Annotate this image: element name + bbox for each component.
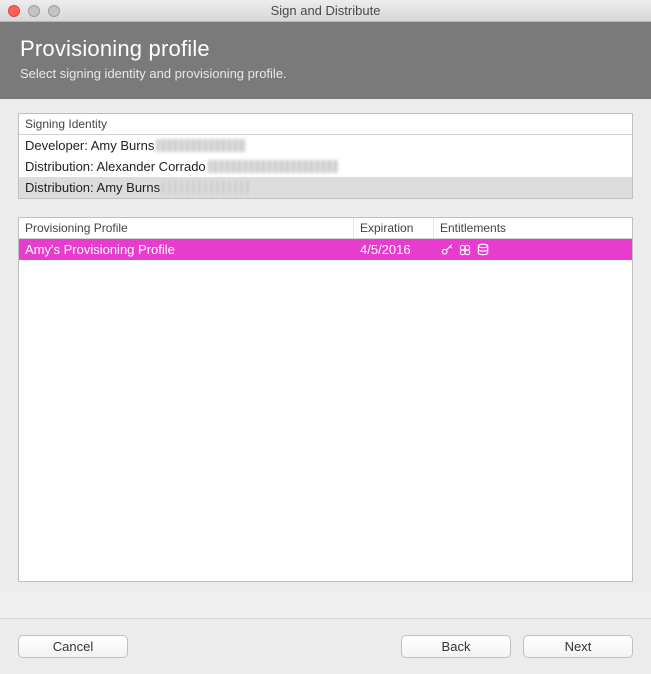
content-area: Signing Identity Developer: Amy Burns Di… [0,99,651,592]
list-item[interactable]: Distribution: Alexander Corrado [19,156,632,177]
titlebar: Sign and Distribute [0,0,651,22]
profile-list: Amy's Provisioning Profile 4/5/2016 [19,239,632,581]
identity-label: Distribution: Amy Burns [25,180,160,195]
table-row[interactable]: Amy's Provisioning Profile 4/5/2016 [19,239,632,260]
column-header-name[interactable]: Provisioning Profile [19,218,354,238]
signing-identity-panel: Signing Identity Developer: Amy Burns Di… [18,113,633,199]
page-header: Provisioning profile Select signing iden… [0,22,651,99]
zoom-icon[interactable] [48,5,60,17]
key-icon [440,243,454,257]
column-header-expiration[interactable]: Expiration [354,218,434,238]
next-button[interactable]: Next [523,635,633,658]
profile-expiration: 4/5/2016 [354,239,434,260]
column-header-entitlements[interactable]: Entitlements [434,218,632,238]
minimize-icon[interactable] [28,5,40,17]
profile-name: Amy's Provisioning Profile [19,239,354,260]
window-controls [0,5,60,17]
profile-entitlements [434,240,632,260]
redacted-text [156,139,246,152]
list-item[interactable]: Developer: Amy Burns [19,135,632,156]
redacted-text [208,160,338,173]
window-title: Sign and Distribute [0,3,651,18]
signing-identity-header: Signing Identity [19,114,632,135]
back-button[interactable]: Back [401,635,511,658]
footer-bar: Cancel Back Next [0,618,651,674]
redacted-text [162,181,252,194]
signing-identity-list: Developer: Amy Burns Distribution: Alexa… [19,135,632,198]
identity-label: Developer: Amy Burns [25,138,154,153]
provisioning-profile-panel: Provisioning Profile Expiration Entitlem… [18,217,633,582]
gamecenter-icon [458,243,472,257]
profile-columns-header: Provisioning Profile Expiration Entitlem… [19,218,632,239]
page-subtitle: Select signing identity and provisioning… [20,66,631,81]
identity-label: Distribution: Alexander Corrado [25,159,206,174]
cancel-button[interactable]: Cancel [18,635,128,658]
list-item[interactable]: Distribution: Amy Burns [19,177,632,198]
close-icon[interactable] [8,5,20,17]
database-icon [476,243,490,257]
page-title: Provisioning profile [20,36,631,62]
